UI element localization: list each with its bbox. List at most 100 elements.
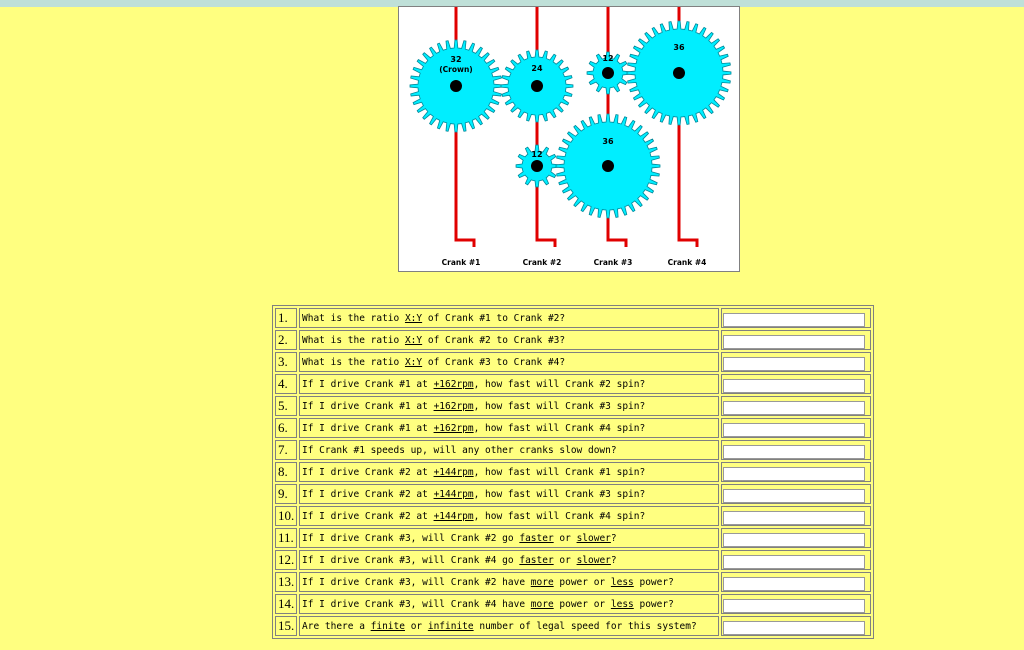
question-text-segment: If I drive Crank #3, will Crank #2 go: [302, 532, 520, 544]
answer-cell: [721, 418, 871, 438]
question-number: 1.: [275, 308, 297, 328]
question-keyword: X:Y: [404, 356, 423, 368]
answer-input[interactable]: [723, 488, 865, 503]
question-row: 9. If I drive Crank #2 at +144rpm, how fa…: [275, 484, 871, 504]
answer-cell: [721, 462, 871, 482]
question-keyword: finite: [370, 620, 405, 632]
answer-input[interactable]: [723, 378, 865, 393]
question-number: 5.: [275, 396, 297, 416]
question-keyword: +162rpm: [433, 378, 474, 390]
gear-hub-g24: [531, 80, 543, 92]
question-text-segment: What is the ratio: [302, 312, 405, 324]
question-text-segment: If I drive Crank #2 at: [302, 488, 434, 500]
question-number: 12.: [275, 550, 297, 570]
question-number: 6.: [275, 418, 297, 438]
question-text-segment: What is the ratio: [302, 356, 405, 368]
question-number: 4.: [275, 374, 297, 394]
answer-cell: [721, 308, 871, 328]
question-row: 14. If I drive Crank #3, will Crank #4 ha…: [275, 594, 871, 614]
question-text: If I drive Crank #1 at +162rpm, how fast…: [299, 418, 719, 438]
question-keyword: X:Y: [404, 334, 423, 346]
answer-input[interactable]: [723, 620, 865, 635]
question-text: What is the ratio X:Y of Crank #1 to Cra…: [299, 308, 719, 328]
gear-teeth-label: 36: [673, 43, 685, 52]
crank-label-3: Crank #3: [594, 258, 633, 267]
gear-sub-label: (Crown): [439, 65, 472, 74]
answer-input[interactable]: [723, 554, 865, 569]
question-row: 11. If I drive Crank #3, will Crank #2 go…: [275, 528, 871, 548]
question-row: 10. If I drive Crank #2 at +144rpm, how f…: [275, 506, 871, 526]
question-row: 8. If I drive Crank #2 at +144rpm, how fa…: [275, 462, 871, 482]
question-text-segment: If I drive Crank #1 at: [302, 378, 434, 390]
question-text: If Crank #1 speeds up, will any other cr…: [299, 440, 719, 460]
answer-input[interactable]: [723, 466, 865, 481]
gear-diagram-svg: 32(Crown) 24 12 36 12 36 Crank #1 Crank #2 Crank…: [409, 7, 732, 267]
question-text-segment: If I drive Crank #3, will Crank #2 have: [302, 576, 531, 588]
answer-cell: [721, 550, 871, 570]
answer-input[interactable]: [723, 334, 865, 349]
answer-cell: [721, 352, 871, 372]
question-number: 15.: [275, 616, 297, 636]
question-text-segment: , how fast will Crank #1 spin?: [473, 466, 646, 478]
answer-input[interactable]: [723, 598, 865, 613]
gear-teeth-label: 32: [450, 55, 461, 64]
question-row: 12. If I drive Crank #3, will Crank #4 go…: [275, 550, 871, 570]
question-text-segment: , how fast will Crank #4 spin?: [473, 510, 646, 522]
answer-input[interactable]: [723, 510, 865, 525]
question-text-segment: of Crank #1 to Crank #2?: [422, 312, 566, 324]
answer-input[interactable]: [723, 444, 865, 459]
question-keyword: +162rpm: [433, 422, 474, 434]
answer-cell: [721, 374, 871, 394]
question-text: If I drive Crank #2 at +144rpm, how fast…: [299, 484, 719, 504]
gear-teeth-label: 36: [602, 137, 614, 146]
question-text-segment: power?: [633, 598, 674, 610]
question-text-segment: power or: [553, 598, 611, 610]
question-text-segment: , how fast will Crank #3 spin?: [473, 400, 646, 412]
question-text-segment: number of legal speed for this system?: [473, 620, 697, 632]
question-number: 14.: [275, 594, 297, 614]
question-text-segment: of Crank #2 to Crank #3?: [422, 334, 566, 346]
answer-input[interactable]: [723, 400, 865, 415]
answer-input[interactable]: [723, 532, 865, 547]
question-row: 3. What is the ratio X:Y of Crank #3 to C…: [275, 352, 871, 372]
question-keyword: faster: [519, 554, 554, 566]
question-text: Are there a finite or infinite number of…: [299, 616, 719, 636]
question-text-segment: If I drive Crank #2 at: [302, 466, 434, 478]
answer-input[interactable]: [723, 312, 865, 327]
question-text-segment: or: [553, 532, 577, 544]
question-keyword: +144rpm: [433, 488, 474, 500]
question-text-segment: If I drive Crank #3, will Crank #4 go: [302, 554, 520, 566]
answer-cell: [721, 572, 871, 592]
gear-teeth-label: 24: [531, 64, 543, 73]
question-number: 9.: [275, 484, 297, 504]
gear-teeth-label: 12: [602, 54, 613, 63]
question-text: If I drive Crank #3, will Crank #4 go fa…: [299, 550, 719, 570]
question-keyword: faster: [519, 532, 554, 544]
crank-label-4: Crank #4: [668, 258, 707, 267]
answer-input[interactable]: [723, 356, 865, 371]
question-text: What is the ratio X:Y of Crank #3 to Cra…: [299, 352, 719, 372]
gear-diagram: 32 (Crown) 24 12 36 12 36 Crank #1 Crank #2 Crank…: [398, 6, 740, 272]
question-text-segment: Are there a: [302, 620, 371, 632]
question-number: 11.: [275, 528, 297, 548]
question-keyword: more: [530, 598, 554, 610]
gear-teeth-label: 12: [531, 150, 542, 159]
crank-label-1: Crank #1: [442, 258, 481, 267]
gear-hub-g12top: [602, 67, 614, 79]
question-row: 1. What is the ratio X:Y of Crank #1 to C…: [275, 308, 871, 328]
question-number: 2.: [275, 330, 297, 350]
question-row: 6. If I drive Crank #1 at +162rpm, how fa…: [275, 418, 871, 438]
answer-cell: [721, 616, 871, 636]
question-text: If I drive Crank #3, will Crank #4 have …: [299, 594, 719, 614]
question-text-segment: or: [553, 554, 577, 566]
answer-input[interactable]: [723, 576, 865, 591]
question-keyword: X:Y: [404, 312, 423, 324]
question-row: 5. If I drive Crank #1 at +162rpm, how fa…: [275, 396, 871, 416]
question-text: If I drive Crank #2 at +144rpm, how fast…: [299, 506, 719, 526]
question-row: 15. Are there a finite or infinite number…: [275, 616, 871, 636]
question-number: 8.: [275, 462, 297, 482]
question-text-segment: If I drive Crank #2 at: [302, 510, 434, 522]
answer-input[interactable]: [723, 422, 865, 437]
question-text-segment: power?: [633, 576, 674, 588]
question-keyword: infinite: [427, 620, 474, 632]
